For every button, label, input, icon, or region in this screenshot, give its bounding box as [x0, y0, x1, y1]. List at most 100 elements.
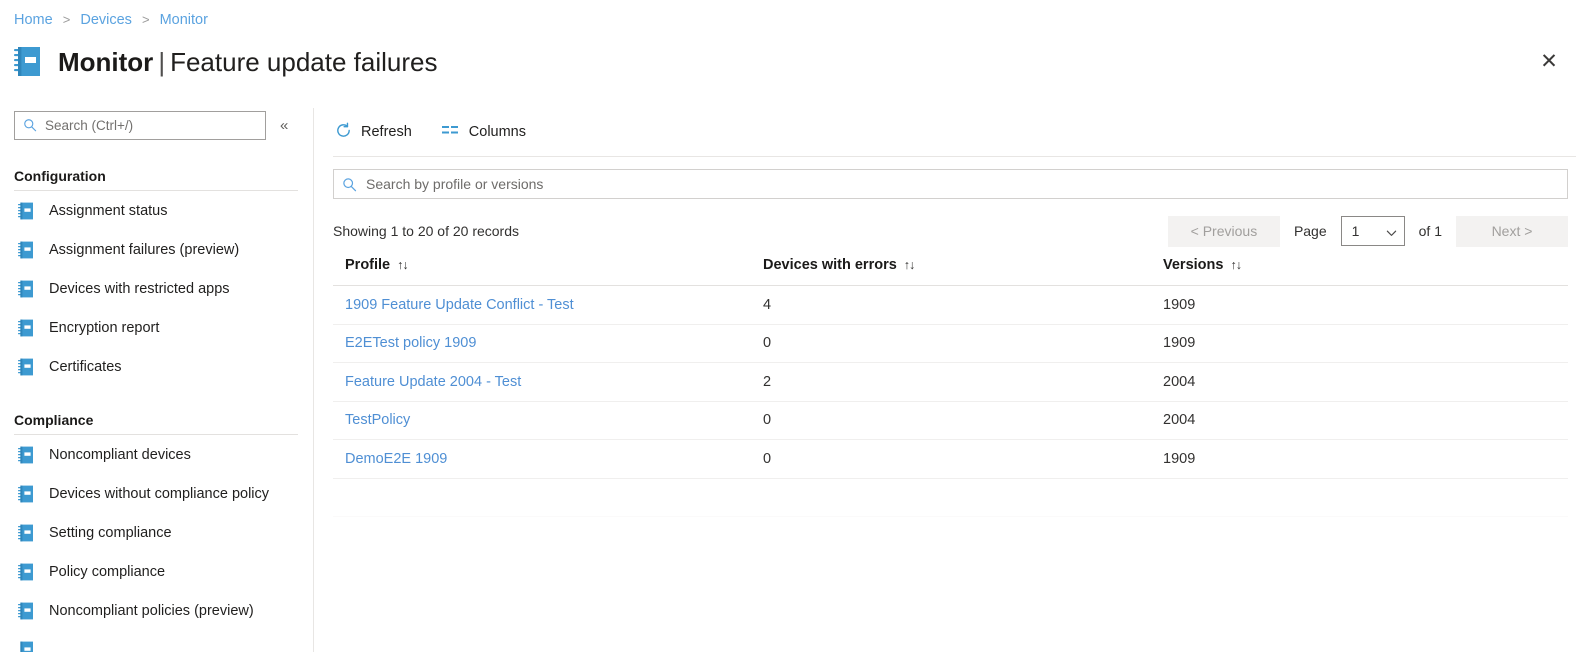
- table-row[interactable]: Feature Update 2004 - Test 2 2004: [333, 362, 1568, 402]
- cell-errors: 2: [751, 362, 1151, 402]
- sort-icon[interactable]: ↑↓: [904, 258, 915, 272]
- sidebar-item-label: Encryption report: [49, 319, 160, 336]
- sidebar-item-setting-compliance[interactable]: Setting compliance: [0, 513, 312, 552]
- profile-link[interactable]: Feature Update 2004 - Test: [345, 374, 521, 390]
- records-count: Showing 1 to 20 of 20 records: [333, 223, 520, 239]
- next-page-button[interactable]: Next >: [1456, 215, 1568, 247]
- columns-icon: [441, 124, 460, 140]
- breadcrumb-item-devices[interactable]: Devices: [80, 12, 132, 28]
- notebook-icon: [18, 563, 35, 581]
- sort-icon[interactable]: ↑↓: [1230, 258, 1241, 272]
- cell-profile: E2ETest policy 1909: [333, 324, 751, 363]
- notebook-icon: [18, 446, 35, 464]
- search-icon: [342, 177, 357, 192]
- notebook-icon: [18, 524, 35, 542]
- close-icon[interactable]: ✕: [1532, 44, 1566, 78]
- sidebar-item-assignment-failures[interactable]: Assignment failures (preview): [0, 230, 312, 269]
- sidebar-item-label: Noncompliant devices: [49, 446, 191, 463]
- sidebar-item-label: Noncompliant policies (preview): [49, 602, 254, 619]
- cell-empty: [751, 478, 1151, 517]
- sidebar: Search (Ctrl+/) « Configuration Assignme…: [0, 108, 312, 652]
- column-header-label: Devices with errors: [763, 257, 897, 273]
- breadcrumb: Home > Devices > Monitor: [14, 12, 208, 28]
- refresh-icon: [335, 122, 352, 142]
- table-row[interactable]: DemoE2E 1909 0 1909: [333, 439, 1568, 479]
- cell-profile: 1909 Feature Update Conflict - Test: [333, 285, 751, 325]
- sort-icon[interactable]: ↑↓: [397, 258, 408, 272]
- cell-versions: 2004: [1151, 401, 1568, 440]
- breadcrumb-separator: >: [62, 12, 71, 27]
- column-header-versions[interactable]: Versions ↑↓: [1151, 253, 1568, 286]
- cell-versions: 1909: [1151, 285, 1568, 325]
- column-header-devices-with-errors[interactable]: Devices with errors ↑↓: [751, 253, 1151, 286]
- cell-errors: 0: [751, 439, 1151, 479]
- cell-errors: 0: [751, 401, 1151, 440]
- sidebar-item-policy-compliance[interactable]: Policy compliance: [0, 552, 312, 591]
- previous-page-button[interactable]: < Previous: [1167, 215, 1280, 247]
- sidebar-item-partial[interactable]: [0, 630, 312, 652]
- column-header-profile[interactable]: Profile ↑↓: [333, 253, 751, 286]
- breadcrumb-item-home[interactable]: Home: [14, 12, 53, 28]
- chevron-down-icon: [1386, 226, 1397, 237]
- sidebar-search-row: Search (Ctrl+/) «: [0, 108, 312, 142]
- search-input-placeholder: Search (Ctrl+/): [45, 117, 134, 133]
- table-row[interactable]: E2ETest policy 1909 0 1909: [333, 324, 1568, 363]
- table-row[interactable]: TestPolicy 0 2004: [333, 401, 1568, 440]
- table-row[interactable]: 1909 Feature Update Conflict - Test 4 19…: [333, 285, 1568, 325]
- column-header-label: Profile: [345, 257, 391, 273]
- refresh-button[interactable]: Refresh: [333, 118, 414, 146]
- feature-update-failures-table: Profile ↑↓ Devices with errors ↑↓ Versions…: [333, 253, 1568, 517]
- page-number-select[interactable]: 1: [1340, 216, 1405, 246]
- toolbar: Refresh Columns: [314, 108, 1576, 156]
- profile-link[interactable]: DemoE2E 1909: [345, 451, 447, 467]
- sidebar-item-devices-with-restricted-apps[interactable]: Devices with restricted apps: [0, 269, 312, 308]
- pagination-bar: Showing 1 to 20 of 20 records < Previous…: [314, 209, 1576, 253]
- sidebar-group-title-configuration: Configuration: [14, 168, 106, 184]
- page-title: Monitor | Feature update failures: [58, 46, 437, 78]
- sidebar-item-certificates[interactable]: Certificates: [0, 347, 312, 386]
- collapse-sidebar-icon[interactable]: «: [280, 118, 288, 133]
- notebook-icon: [18, 641, 35, 652]
- results-table-wrap: Profile ↑↓ Devices with errors ↑↓ Versions…: [314, 253, 1576, 517]
- page-title-sub: Feature update failures: [170, 47, 438, 77]
- notebook-icon: [18, 358, 35, 376]
- sidebar-item-devices-without-compliance-policy[interactable]: Devices without compliance policy: [0, 474, 312, 513]
- cell-versions: 1909: [1151, 324, 1568, 363]
- search-input[interactable]: Search (Ctrl+/): [14, 110, 266, 140]
- breadcrumb-item-monitor[interactable]: Monitor: [160, 12, 208, 28]
- columns-button[interactable]: Columns: [440, 120, 528, 144]
- cell-versions: 1909: [1151, 439, 1568, 479]
- sidebar-item-label: Certificates: [49, 358, 122, 375]
- cell-errors: 0: [751, 324, 1151, 363]
- page-header: Monitor | Feature update failures: [14, 42, 437, 82]
- sidebar-item-encryption-report[interactable]: Encryption report: [0, 308, 312, 347]
- sidebar-item-assignment-status[interactable]: Assignment status: [0, 191, 312, 230]
- sidebar-item-label: Assignment failures (preview): [49, 241, 240, 258]
- columns-label: Columns: [468, 124, 526, 140]
- notebook-icon: [14, 46, 44, 78]
- cell-profile: Feature Update 2004 - Test: [333, 362, 751, 402]
- notebook-icon: [18, 602, 35, 620]
- sidebar-item-noncompliant-devices[interactable]: Noncompliant devices: [0, 435, 312, 474]
- page-title-separator: |: [158, 47, 166, 77]
- column-header-label: Versions: [1163, 257, 1224, 273]
- profile-link[interactable]: 1909 Feature Update Conflict - Test: [345, 297, 574, 313]
- sidebar-item-label: Devices with restricted apps: [49, 280, 230, 297]
- main-content: Refresh Columns Search by profile or ver…: [313, 108, 1576, 652]
- page-number-value: 1: [1351, 223, 1360, 239]
- breadcrumb-separator: >: [141, 12, 150, 27]
- cell-profile: TestPolicy: [333, 401, 751, 440]
- sidebar-item-noncompliant-policies[interactable]: Noncompliant policies (preview): [0, 591, 312, 630]
- notebook-icon: [18, 241, 35, 259]
- cell-versions: 2004: [1151, 362, 1568, 402]
- profile-link[interactable]: TestPolicy: [345, 412, 410, 428]
- sidebar-group-title-compliance: Compliance: [14, 412, 94, 428]
- search-icon: [23, 118, 37, 132]
- profile-search-input[interactable]: Search by profile or versions: [333, 169, 1568, 199]
- cell-empty: [333, 478, 751, 517]
- refresh-label: Refresh: [361, 124, 412, 140]
- sidebar-item-label: Assignment status: [49, 202, 168, 219]
- sidebar-item-label: Policy compliance: [49, 563, 166, 580]
- profile-search-placeholder: Search by profile or versions: [366, 176, 544, 192]
- profile-link[interactable]: E2ETest policy 1909: [345, 335, 476, 351]
